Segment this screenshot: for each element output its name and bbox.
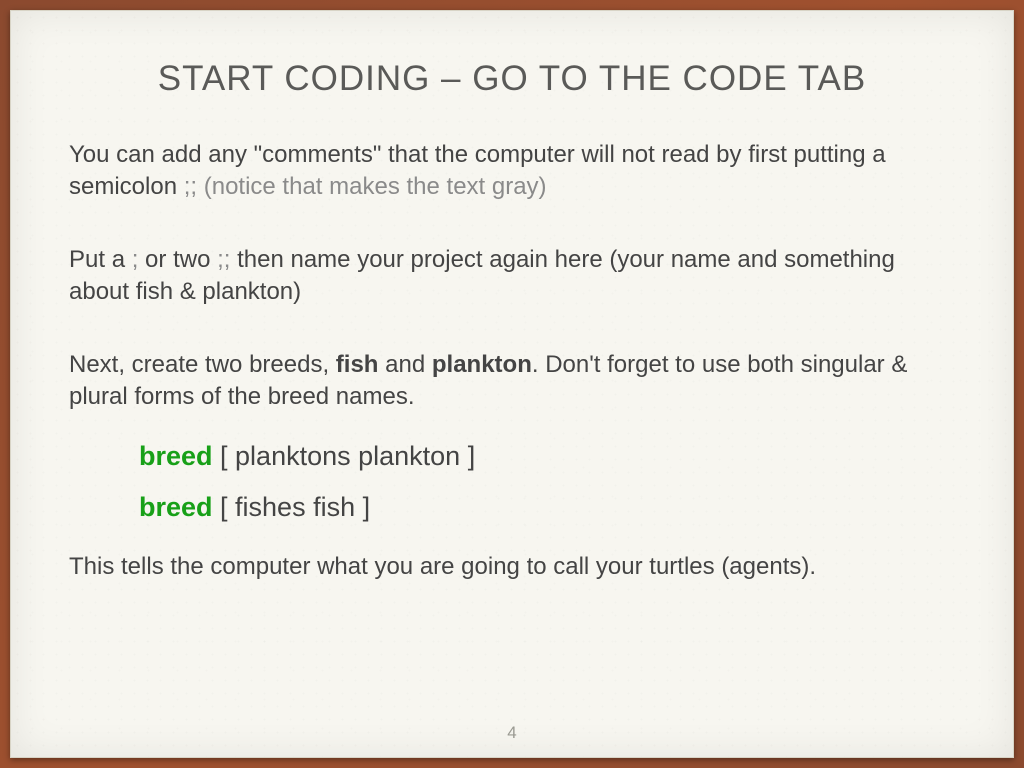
breed-plankton: plankton: [432, 351, 532, 378]
paragraph-explain: This tells the computer what you are goi…: [69, 551, 955, 583]
slide-paper: START CODING – GO TO THE CODE TAB You ca…: [10, 10, 1014, 758]
text: Next, create two breeds,: [69, 351, 336, 378]
paragraph-breeds: Next, create two breeds, fish and plankt…: [69, 349, 955, 414]
semicolon-two: ;;: [217, 246, 230, 273]
text-gray-note: (notice that makes the text gray): [197, 173, 547, 200]
keyword-breed: breed: [139, 441, 213, 471]
paragraph-comments: You can add any "comments" that the comp…: [69, 139, 955, 204]
code-line-plankton: breed [ planktons plankton ]: [139, 441, 955, 472]
text: Put a: [69, 246, 132, 273]
text: or two: [138, 246, 217, 273]
paragraph-name-project: Put a ; or two ;; then name your project…: [69, 244, 955, 309]
keyword-breed: breed: [139, 492, 213, 522]
code-line-fish: breed [ fishes fish ]: [139, 492, 955, 523]
page-number: 4: [11, 723, 1013, 743]
semicolon-example: ;;: [184, 173, 197, 200]
code-args: [ fishes fish ]: [213, 492, 371, 522]
code-args: [ planktons plankton ]: [213, 441, 476, 471]
breed-fish: fish: [336, 351, 379, 378]
text: and: [378, 351, 431, 378]
slide-title: START CODING – GO TO THE CODE TAB: [69, 59, 955, 99]
